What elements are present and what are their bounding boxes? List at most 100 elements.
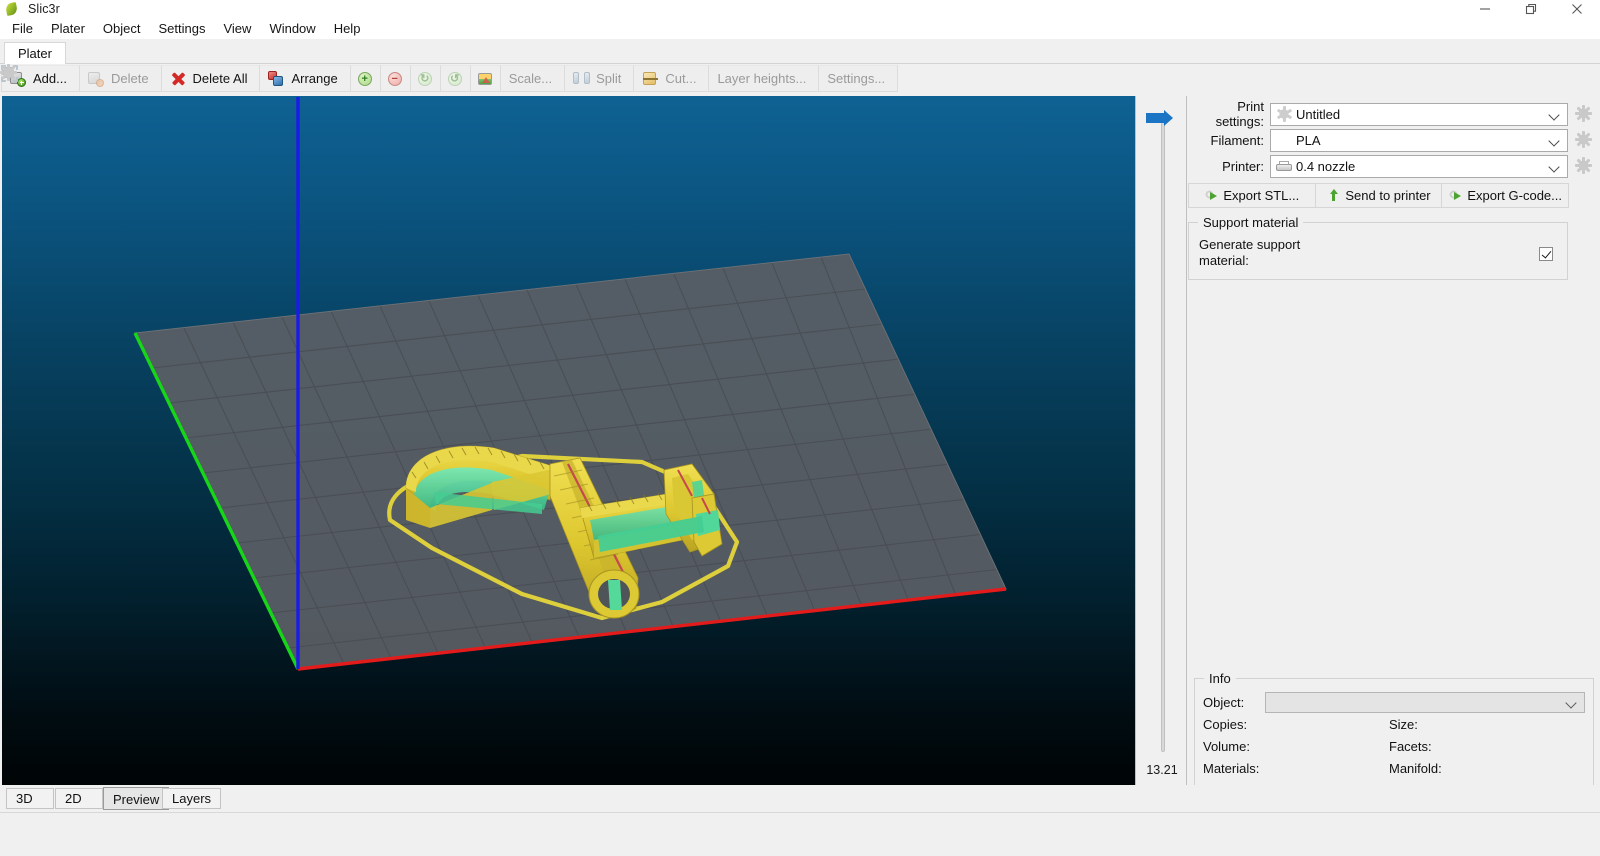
print-settings-row: Print settings: Untitled [1188,99,1594,129]
menu-bar: File Plater Object Settings View Window … [0,18,1600,39]
info-object-row: Object: [1203,691,1585,713]
window-controls [1462,0,1600,18]
minimize-icon[interactable] [1462,0,1508,18]
object-combo[interactable] [1265,691,1585,713]
rotate-cw-button[interactable]: ↻ [409,65,441,92]
view-tab-preview[interactable]: Preview [103,787,170,810]
arrange-button[interactable]: Arrange [259,65,351,92]
filament-value: PLA [1296,132,1321,148]
printer-value: 0.4 nozzle [1296,158,1356,174]
filament-icon-placeholder [1276,133,1293,148]
info-panel: Info Object: Copies: Size: Volume: Facet… [1194,671,1594,785]
app-leaf-icon [4,1,20,17]
increase-copies-icon: + [357,70,374,87]
slic3r-window: Slic3r File Plater Object Settings View … [0,0,1600,856]
decrease-copies-icon: − [387,70,404,87]
view-tab-3d[interactable]: 3D [6,788,54,809]
delete-object-icon [87,70,105,87]
right-panel: Print settings: Untitled Filament: PLA P… [1188,96,1600,785]
layer-slider-handle[interactable] [1146,110,1174,126]
chevron-down-icon [1550,163,1559,168]
decrease-copies-button[interactable]: − [379,65,411,92]
send-to-printer-button[interactable]: Send to printer [1314,183,1443,208]
facets-label: Facets: [1389,738,1432,754]
arrange-icon [268,70,285,87]
printer-label: Printer: [1222,158,1264,174]
export-gcode-label: Export G-code... [1467,188,1562,203]
chevron-down-icon [1567,699,1576,704]
export-icon [1204,188,1220,203]
view-tab-bar: 3D 2D Preview Layers [2,786,1187,810]
export-stl-button[interactable]: Export STL... [1188,183,1316,208]
menu-settings[interactable]: Settings [150,19,215,38]
layer-heights-button[interactable]: Layer heights... [2,65,820,92]
generate-support-label: Generate support material: [1199,237,1369,269]
menu-object[interactable]: Object [94,19,150,38]
layer-slider[interactable]: 13.21 [1135,96,1187,785]
plater-toolbar: Add... Delete Delete All Arrange + − ↻ ↺ [0,64,1600,93]
generate-support-label-line2: material: [1199,253,1249,268]
filament-label: Filament: [1210,132,1264,148]
view-tab-2d[interactable]: 2D [55,788,103,809]
support-material-group: Support material Generate support materi… [1188,215,1568,280]
gear-icon [1575,105,1592,122]
menu-plater[interactable]: Plater [42,19,94,38]
support-material-title: Support material [1198,215,1304,230]
info-row-copies-size: Copies: Size: [1203,713,1585,735]
split-button[interactable]: Split [564,65,635,92]
manifold-label: Manifold: [1389,760,1442,776]
upload-arrow-icon [1326,188,1342,203]
export-icon [1448,188,1464,203]
layer-slider-track[interactable] [1161,122,1165,752]
filament-config-button[interactable] [1574,130,1594,150]
generate-support-label-line1: Generate support [1199,237,1301,252]
cut-icon [642,70,659,87]
menu-file[interactable]: File [3,19,42,38]
send-to-printer-label: Send to printer [1345,188,1431,203]
increase-copies-button[interactable]: + [349,65,381,92]
delete-all-icon [170,70,187,87]
info-title: Info [1204,671,1236,686]
close-icon[interactable] [1554,0,1600,18]
gear-icon [1575,157,1592,174]
main-tab-strip: Plater [0,39,1600,64]
chevron-down-icon [1550,111,1559,116]
rotate-cw-icon: ↻ [417,70,434,87]
scale-button[interactable]: Scale... [1,65,566,92]
menu-view[interactable]: View [214,19,260,38]
export-gcode-button[interactable]: Export G-code... [1441,183,1570,208]
object-settings-button[interactable]: Settings... [0,64,899,92]
view-tab-layers[interactable]: Layers [162,788,222,809]
menu-window[interactable]: Window [260,19,324,38]
split-icon [573,70,591,87]
gear-icon [1276,105,1293,122]
menu-help[interactable]: Help [325,19,370,38]
place-on-face-button[interactable] [469,65,501,92]
object-label: Object: [1203,694,1245,710]
restore-icon[interactable] [1508,0,1554,18]
gear-icon [1575,131,1592,148]
delete-button[interactable]: Delete [78,65,162,92]
chevron-down-icon [1550,137,1559,142]
3d-viewport[interactable] [2,96,1135,785]
printer-row: Printer: 0.4 nozzle [1188,154,1594,178]
printer-config-button[interactable] [1574,156,1594,176]
cut-button[interactable]: Cut... [633,65,710,92]
generate-support-checkbox[interactable] [1539,247,1553,261]
layer-value-label: 13.21 [1146,763,1178,777]
title-bar: Slic3r [0,0,1600,18]
printer-combo[interactable]: 0.4 nozzle [1270,154,1568,178]
rotate-ccw-icon: ↺ [447,70,464,87]
tab-plater[interactable]: Plater [4,42,66,64]
print-settings-value: Untitled [1296,106,1341,122]
delete-all-button[interactable]: Delete All [160,65,261,92]
export-stl-label: Export STL... [1223,188,1300,203]
rotate-ccw-button[interactable]: ↺ [439,65,471,92]
size-label: Size: [1389,716,1418,732]
print-settings-combo[interactable]: Untitled [1270,102,1568,126]
filament-combo[interactable]: PLA [1270,128,1568,152]
window-title: Slic3r [28,2,60,16]
print-settings-config-button[interactable] [1574,104,1594,124]
generate-support-row: Generate support material: [1199,237,1557,269]
print-settings-label: Print settings: [1215,99,1264,129]
